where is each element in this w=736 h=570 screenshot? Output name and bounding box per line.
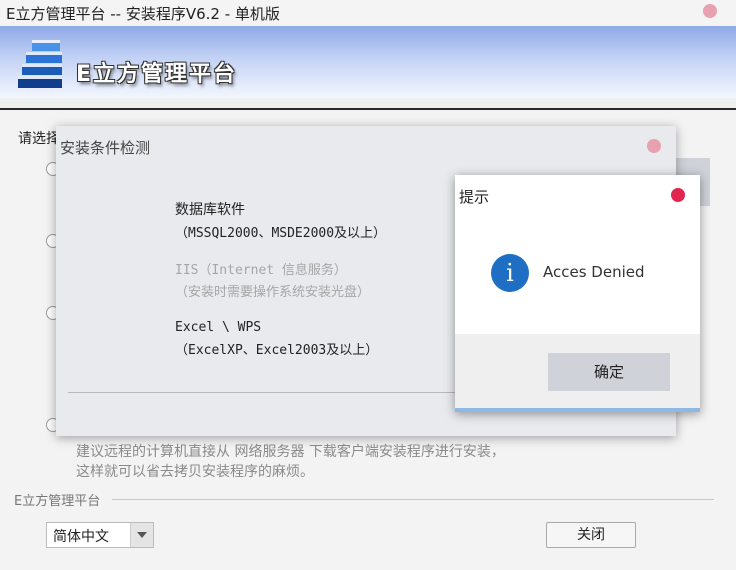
requirement-name: Excel \ WPS (175, 320, 262, 335)
hint-line-2: 这样就可以省去拷贝安装程序的麻烦。 (76, 464, 314, 480)
alert-bottom-accent (455, 408, 700, 412)
chevron-down-icon[interactable] (130, 523, 153, 547)
window-close-icon[interactable] (703, 4, 717, 18)
requirement-name: IIS（Internet 信息服务） (175, 263, 347, 278)
language-value: 简体中文 (53, 529, 109, 545)
env-dialog-title: 安装条件检测 (60, 139, 151, 157)
requirement-item: 数据库软件 （MSSQL2000、MSDE2000及以上） (175, 199, 386, 241)
requirement-detail: （ExcelXP、Excel2003及以上） (175, 343, 379, 358)
info-icon: i (491, 254, 529, 292)
group-label: E立方管理平台 (14, 494, 101, 509)
alert-message: Acces Denied (543, 263, 645, 281)
alert-close-icon[interactable] (671, 188, 685, 202)
install-hint: 建议远程的计算机直接从 网络服务器 下载客户端安装程序进行安装， 这样就可以省去… (76, 442, 505, 482)
close-button[interactable]: 关闭 (546, 522, 636, 548)
requirement-item: Excel \ WPS （ExcelXP、Excel2003及以上） (175, 320, 378, 358)
language-select[interactable]: 简体中文 (46, 522, 154, 548)
choose-label: 请选择 (18, 131, 60, 147)
ok-button[interactable]: 确定 (548, 353, 670, 391)
group-divider (112, 499, 714, 500)
alert-title: 提示 (459, 188, 490, 206)
requirement-detail: （安装时需要操作系统安装光盘） (175, 285, 371, 300)
requirement-name: 数据库软件 (175, 202, 245, 218)
env-dialog-close-icon[interactable] (647, 139, 661, 153)
requirement-item: IIS（Internet 信息服务） （安装时需要操作系统安装光盘） (175, 259, 370, 300)
requirement-detail: （MSSQL2000、MSDE2000及以上） (175, 226, 387, 241)
logo-books-icon (18, 40, 62, 88)
hint-line-1: 建议远程的计算机直接从 网络服务器 下载客户端安装程序进行安装， (76, 444, 505, 460)
logo-text: E立方管理平台 (76, 62, 238, 87)
window-title: E立方管理平台 -- 安装程序V6.2 - 单机版 (6, 5, 280, 23)
